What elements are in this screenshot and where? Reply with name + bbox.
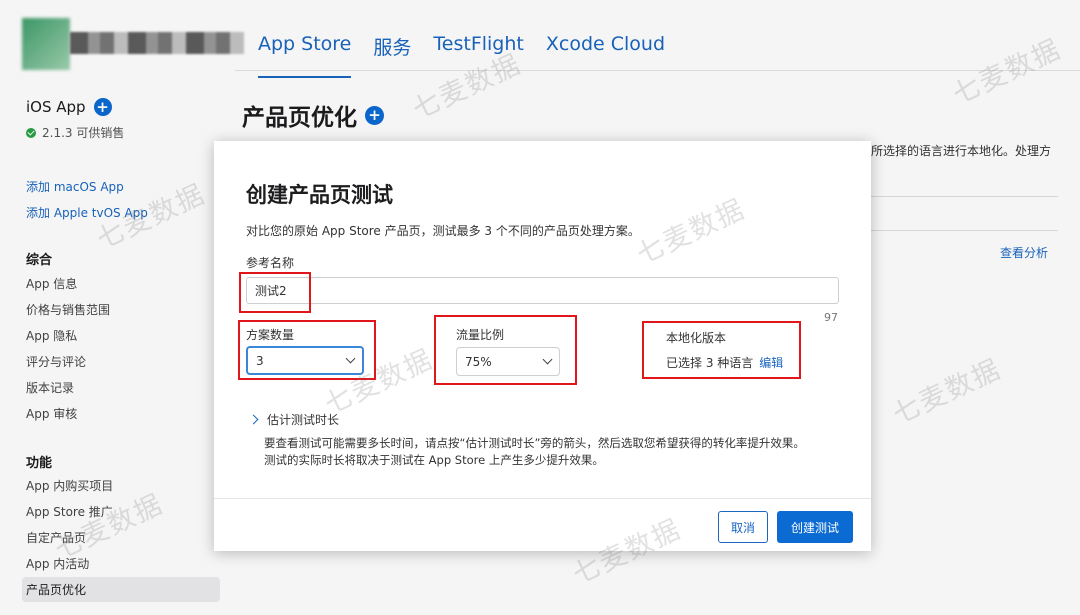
- sidebar-item-in-app-events[interactable]: App 内活动: [26, 555, 89, 572]
- create-test-dialog: 创建产品页测试 对比您的原始 App Store 产品页，测试最多 3 个不同的…: [214, 141, 871, 551]
- background-description: 所选择的语言进行本地化。处理方: [871, 144, 1052, 158]
- app-name-row: iOS App +: [26, 98, 112, 116]
- sidebar-item-ratings-reviews[interactable]: 评分与评论: [26, 353, 86, 370]
- sidebar-item-version-history[interactable]: 版本记录: [26, 379, 74, 396]
- page-title: 产品页优化: [242, 105, 357, 131]
- traffic-proportion-label: 流量比例: [456, 328, 505, 342]
- create-test-button[interactable]: 创建测试: [777, 511, 853, 543]
- tab-app-store[interactable]: App Store: [258, 33, 352, 78]
- estimate-description: 要查看测试可能需要多长时间，请点按“估计测试时长”旁的箭头，然后选取您希望获得的…: [264, 435, 854, 469]
- cancel-button[interactable]: 取消: [718, 511, 768, 543]
- chevron-down-icon: [345, 353, 356, 364]
- localization-edit-link[interactable]: 编辑: [759, 356, 783, 370]
- background-divider: [871, 230, 1058, 231]
- localization-label: 本地化版本: [666, 331, 727, 345]
- view-analytics-link[interactable]: 查看分析: [1000, 244, 1048, 261]
- estimate-description-line-1: 要查看测试可能需要多长时间，请点按“估计测试时长”旁的箭头，然后选取您希望获得的…: [264, 436, 805, 450]
- treatments-count-value: 3: [256, 353, 264, 368]
- page-title-row: 产品页优化 +: [242, 98, 384, 132]
- sidebar-item-app-privacy[interactable]: App 隐私: [26, 327, 77, 344]
- localization-value-row: 已选择 3 种语言 编辑: [666, 354, 783, 371]
- treatments-count-select[interactable]: 3: [246, 346, 364, 375]
- tab-services[interactable]: 服务: [373, 33, 411, 60]
- sidebar-item-app-info[interactable]: App 信息: [26, 275, 77, 292]
- reference-name-label: 参考名称: [246, 256, 295, 270]
- traffic-proportion-select[interactable]: 75%: [456, 347, 560, 376]
- add-macos-app-link[interactable]: 添加 macOS App: [26, 178, 124, 195]
- sidebar-item-app-review[interactable]: App 审核: [26, 405, 77, 422]
- sidebar-item-in-app-purchases[interactable]: App 内购买项目: [26, 477, 113, 494]
- tab-testflight[interactable]: TestFlight: [433, 33, 523, 60]
- estimate-duration-toggle[interactable]: 估计测试时长: [248, 411, 340, 428]
- version-status: 2.1.3 可供销售: [26, 124, 124, 141]
- section-features-heading: 功能: [26, 456, 53, 471]
- ready-status-icon: [26, 127, 36, 138]
- watermark: 七麦数据: [888, 353, 1007, 431]
- version-status-text: 2.1.3 可供销售: [42, 126, 125, 140]
- add-test-icon[interactable]: +: [365, 105, 384, 125]
- sidebar-item-pricing[interactable]: 价格与销售范围: [26, 301, 110, 318]
- top-bar: App Store 服务 TestFlight Xcode Cloud: [0, 0, 1080, 78]
- app-name: iOS App: [26, 98, 86, 116]
- treatments-label: 方案数量: [246, 328, 295, 342]
- section-general-heading: 综合: [26, 253, 53, 268]
- add-platform-icon[interactable]: +: [93, 98, 112, 116]
- top-nav-tabs: App Store 服务 TestFlight Xcode Cloud: [258, 33, 665, 78]
- background-divider: [871, 196, 1058, 197]
- reference-name-input[interactable]: [246, 277, 839, 304]
- dialog-title: 创建产品页测试: [246, 183, 393, 207]
- header-divider: [235, 70, 1080, 71]
- sidebar: iOS App + 2.1.3 可供销售 添加 macOS App 添加 App…: [0, 71, 232, 615]
- estimate-duration-label: 估计测试时长: [267, 413, 340, 427]
- traffic-proportion-value: 75%: [465, 354, 492, 369]
- chevron-right-icon: [248, 414, 259, 425]
- sidebar-item-custom-product-pages[interactable]: 自定产品页: [26, 529, 86, 546]
- sidebar-item-app-store-promotion[interactable]: App Store 推广: [26, 503, 113, 520]
- chevron-down-icon: [542, 354, 553, 365]
- add-tvos-app-link[interactable]: 添加 Apple tvOS App: [26, 204, 148, 221]
- localization-value: 已选择 3 种语言: [666, 356, 754, 370]
- blurred-account-logo: [22, 18, 244, 70]
- dialog-description: 对比您的原始 App Store 产品页，测试最多 3 个不同的产品页处理方案。: [246, 224, 640, 238]
- character-counter: 97: [824, 311, 838, 324]
- estimate-description-line-2: 测试的实际时长将取决于测试在 App Store 上产生多少提升效果。: [264, 453, 604, 467]
- dialog-footer-divider: [214, 498, 871, 499]
- tab-xcode-cloud[interactable]: Xcode Cloud: [546, 33, 665, 60]
- sidebar-item-product-page-optimization[interactable]: 产品页优化: [22, 577, 220, 602]
